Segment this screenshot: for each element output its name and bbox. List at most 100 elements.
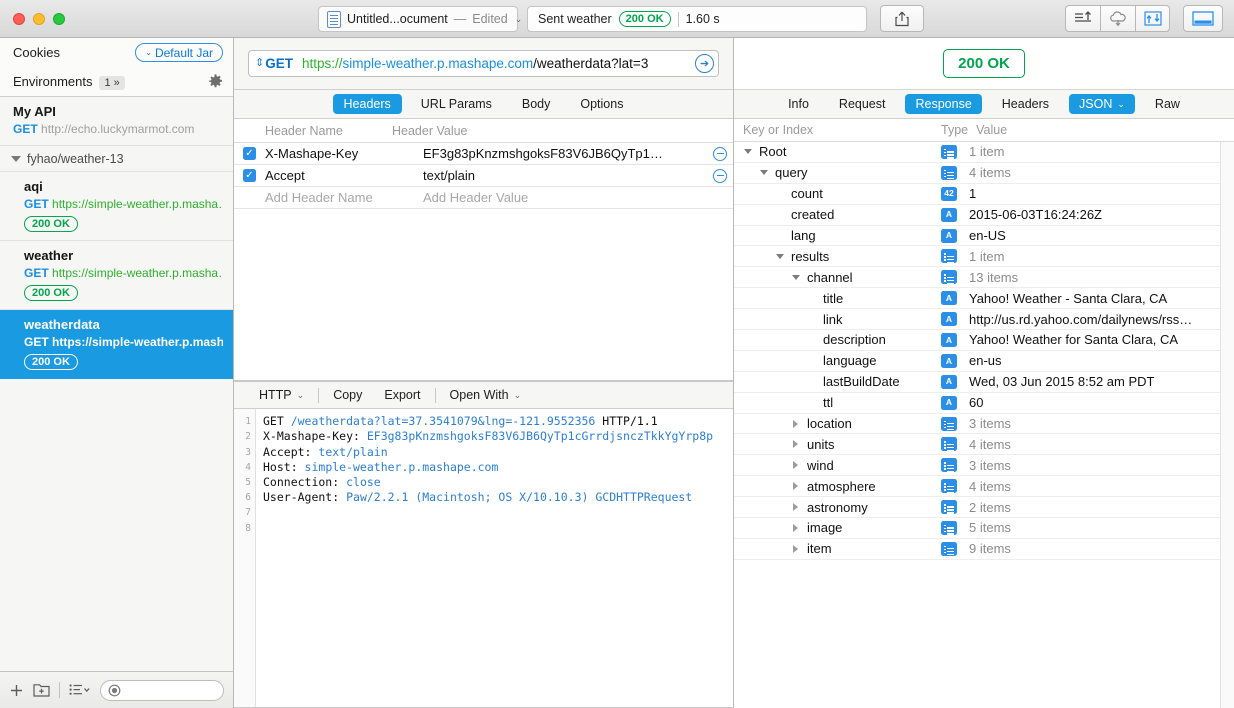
disclosure-triangle-closed-icon[interactable] [789, 482, 802, 490]
json-row-lastBuildDate[interactable]: lastBuildDateAWed, 03 Jun 2015 8:52 am P… [734, 372, 1220, 393]
maximize-window-button[interactable] [53, 13, 65, 25]
code-line: Host: simple-weather.p.mashape.com [263, 460, 733, 475]
vertical-scrollbar[interactable] [1220, 142, 1234, 708]
import-icon [1143, 10, 1163, 27]
header-enabled-checkbox[interactable]: ✓ [234, 147, 265, 160]
raw-request-code[interactable]: 12345678 GET /weatherdata?lat=37.3541079… [234, 409, 733, 708]
tab-url-params[interactable]: URL Params [410, 94, 503, 114]
http-method: GET [13, 122, 38, 136]
json-row-wind[interactable]: wind3 items [734, 455, 1220, 476]
response-tab-headers[interactable]: Headers [992, 94, 1059, 114]
json-row-units[interactable]: units4 items [734, 434, 1220, 455]
chevron-down-icon: ⌄ [1117, 99, 1125, 110]
disclosure-triangle-open-icon[interactable] [741, 149, 754, 154]
export-button[interactable]: Export [373, 388, 431, 402]
header-value[interactable]: EF3g83pKnzmshgoksF83V6JB6QyTp1… [423, 146, 707, 161]
response-tab-request[interactable]: Request [829, 94, 896, 114]
json-row-link[interactable]: linkAhttp://us.rd.yahoo.com/dailynews/rs… [734, 309, 1220, 330]
sidebar-item-my-api[interactable]: My API GET http://echo.luckymarmot.com [0, 97, 233, 146]
json-type-cell: A [941, 375, 969, 389]
header-name[interactable]: X-Mashape-Key [265, 146, 423, 161]
disclosure-triangle-closed-icon[interactable] [789, 545, 802, 553]
sidebar-search-input[interactable] [100, 680, 224, 701]
add-request-button[interactable] [9, 683, 24, 698]
json-row-channel[interactable]: channel13 items [734, 267, 1220, 288]
add-header-row[interactable]: Add Header NameAdd Header Value [234, 187, 733, 209]
json-row-atmosphere[interactable]: atmosphere4 items [734, 476, 1220, 497]
cloud-download-button[interactable] [1100, 5, 1135, 32]
response-tab-raw[interactable]: Raw [1145, 94, 1190, 114]
copy-button[interactable]: Copy [322, 388, 373, 402]
response-tab-info[interactable]: Info [778, 94, 819, 114]
send-request-button[interactable] [1065, 5, 1100, 32]
disclosure-triangle-closed-icon[interactable] [789, 420, 802, 428]
gear-icon[interactable] [208, 74, 223, 89]
disclosure-triangle-closed-icon[interactable] [789, 440, 802, 448]
method-stepper-icon[interactable]: ⇕ [255, 58, 264, 69]
import-button[interactable] [1135, 5, 1170, 32]
tab-body[interactable]: Body [511, 94, 562, 114]
response-tab-json[interactable]: JSON⌄ [1069, 94, 1135, 114]
add-header-value-input[interactable]: Add Header Value [423, 190, 707, 205]
open-with-button[interactable]: Open With⌄ [439, 388, 533, 402]
sidebar-folder-fyhao-weather[interactable]: fyhao/weather-13 [0, 146, 233, 172]
disclosure-triangle-open-icon[interactable] [757, 170, 770, 175]
disclosure-triangle-icon[interactable] [11, 156, 21, 162]
json-value: 2 items [969, 500, 1220, 515]
json-row-query[interactable]: query4 items [734, 163, 1220, 184]
add-group-button[interactable] [33, 683, 50, 698]
json-row-count[interactable]: count421 [734, 184, 1220, 205]
tab-headers[interactable]: Headers [333, 94, 402, 114]
json-row-description[interactable]: descriptionAYahoo! Weather for Santa Cla… [734, 330, 1220, 351]
send-request-icon[interactable]: ➔ [695, 54, 714, 73]
minimize-window-button[interactable] [33, 13, 45, 25]
request-url: GET https://simple-weather.p.masha… [24, 197, 223, 211]
disclosure-triangle-closed-icon[interactable] [789, 503, 802, 511]
url-input[interactable]: ⇕ GET https://simple-weather.p.mashape.c… [248, 50, 719, 77]
json-row-results[interactable]: results1 item [734, 246, 1220, 267]
add-header-name-input[interactable]: Add Header Name [265, 190, 423, 205]
remove-header-button[interactable] [707, 169, 733, 183]
close-window-button[interactable] [13, 13, 25, 25]
json-row-location[interactable]: location3 items [734, 414, 1220, 435]
share-button[interactable] [880, 5, 924, 32]
json-row-lang[interactable]: langAen-US [734, 226, 1220, 247]
json-row-image[interactable]: image5 items [734, 518, 1220, 539]
sidebar-request-weather[interactable]: weatherGET https://simple-weather.p.mash… [0, 241, 233, 310]
json-row-language[interactable]: languageAen-us [734, 351, 1220, 372]
json-row-created[interactable]: createdA2015-06-03T16:24:26Z [734, 205, 1220, 226]
code-content[interactable]: GET /weatherdata?lat=37.3541079&lng=-121… [256, 409, 733, 707]
document-title-button[interactable]: Untitled...ocument — Edited ⌄ [318, 6, 518, 32]
chevron-down-icon[interactable]: ⌄ [515, 14, 523, 25]
environments-row[interactable]: Environments1 » [0, 67, 233, 96]
toggle-panel-button[interactable] [1183, 5, 1223, 32]
request-name: aqi [24, 179, 223, 194]
http-method-selector[interactable]: GET [265, 56, 293, 71]
disclosure-triangle-open-icon[interactable] [773, 254, 786, 259]
sidebar-request-aqi[interactable]: aqiGET https://simple-weather.p.masha…20… [0, 172, 233, 241]
json-row-item[interactable]: item9 items [734, 539, 1220, 560]
disclosure-triangle-open-icon[interactable] [789, 275, 802, 280]
json-row-ttl[interactable]: ttlA60 [734, 393, 1220, 414]
disclosure-triangle-closed-icon[interactable] [789, 461, 802, 469]
header-row[interactable]: ✓X-Mashape-KeyEF3g83pKnzmshgoksF83V6JB6Q… [234, 143, 733, 165]
header-row[interactable]: ✓Accepttext/plain [234, 165, 733, 187]
header-value[interactable]: text/plain [423, 168, 707, 183]
sidebar-request-weatherdata[interactable]: weatherdataGET https://simple-weather.p.… [0, 310, 233, 379]
sort-menu-button[interactable] [69, 683, 91, 697]
header-name[interactable]: Accept [265, 168, 423, 183]
format-selector[interactable]: HTTP⌄ [248, 388, 315, 402]
json-row-Root[interactable]: Root1 item [734, 142, 1220, 163]
string-type-icon: A [941, 375, 957, 389]
response-tab-response[interactable]: Response [905, 94, 981, 114]
code-line: GET /weatherdata?lat=37.3541079&lng=-121… [263, 414, 733, 429]
divider [435, 388, 436, 403]
json-row-title[interactable]: titleAYahoo! Weather - Santa Clara, CA [734, 288, 1220, 309]
disclosure-triangle-closed-icon[interactable] [789, 524, 802, 532]
cookie-jar-button[interactable]: ⌄ Default Jar [135, 43, 223, 62]
header-enabled-checkbox[interactable]: ✓ [234, 169, 265, 182]
url-text[interactable]: https://simple-weather.p.mashape.com/wea… [302, 56, 692, 71]
tab-options[interactable]: Options [569, 94, 634, 114]
json-row-astronomy[interactable]: astronomy2 items [734, 497, 1220, 518]
remove-header-button[interactable] [707, 147, 733, 161]
